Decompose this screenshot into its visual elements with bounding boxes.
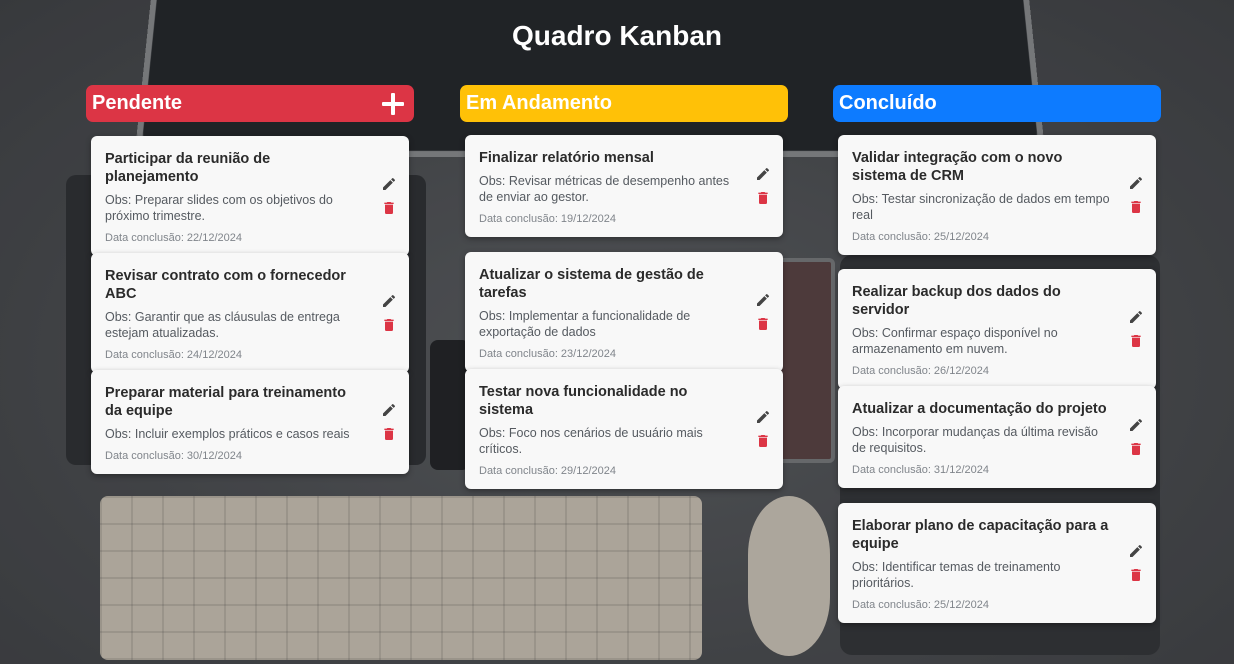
pencil-icon[interactable] (381, 176, 397, 192)
card-date: Data conclusão: 23/12/2024 (479, 348, 616, 360)
card-obs: Obs: Foco nos cenários de usuário mais c… (479, 426, 703, 456)
task-card[interactable]: Preparar material para treinamento da eq… (91, 370, 409, 474)
card-title: Preparar material para treinamento da eq… (105, 385, 346, 419)
card-date: Data conclusão: 30/12/2024 (105, 450, 242, 462)
card-actions (381, 402, 397, 442)
pencil-icon[interactable] (1128, 543, 1144, 559)
trash-icon[interactable] (755, 316, 771, 332)
card-obs: Obs: Implementar a funcionalidade de exp… (479, 309, 691, 339)
plus-icon[interactable] (382, 92, 404, 115)
trash-icon[interactable] (381, 200, 397, 216)
task-card[interactable]: Participar da reunião de planejamento Ob… (91, 136, 409, 256)
task-card[interactable]: Revisar contrato com o fornecedor ABC Ob… (91, 253, 409, 373)
task-card[interactable]: Elaborar plano de capacitação para a equ… (838, 503, 1156, 623)
trash-icon[interactable] (1128, 199, 1144, 215)
card-title: Elaborar plano de capacitação para a equ… (852, 518, 1109, 552)
card-actions (381, 176, 397, 216)
board-title: Quadro Kanban (511, 20, 722, 51)
card-actions (1128, 543, 1144, 583)
task-card[interactable]: Atualizar a documentação do projeto Obs:… (838, 386, 1156, 488)
card-obs: Obs: Incorporar mudanças da última revis… (852, 425, 1098, 455)
card-title: Validar integração com o novo sistema de… (852, 150, 1063, 184)
card-date: Data conclusão: 26/12/2024 (852, 365, 989, 377)
task-card[interactable]: Finalizar relatório mensal Obs: Revisar … (465, 135, 783, 237)
trash-icon[interactable] (755, 433, 771, 449)
trash-icon[interactable] (381, 426, 397, 442)
card-title: Participar da reunião de planejamento (105, 151, 271, 185)
card-title: Finalizar relatório mensal (479, 150, 654, 166)
column-pendente: Pendente Participar da reunião de planej… (86, 85, 414, 474)
task-card[interactable]: Validar integração com o novo sistema de… (838, 135, 1156, 255)
column-title: Concluído (839, 92, 937, 114)
column-title: Em Andamento (466, 92, 612, 114)
column-title: Pendente (92, 92, 183, 114)
card-date: Data conclusão: 19/12/2024 (479, 213, 616, 225)
card-date: Data conclusão: 22/12/2024 (105, 232, 242, 244)
card-date: Data conclusão: 29/12/2024 (479, 465, 616, 477)
pencil-icon[interactable] (1128, 309, 1144, 325)
trash-icon[interactable] (381, 317, 397, 333)
pencil-icon[interactable] (755, 409, 771, 425)
pencil-icon[interactable] (755, 166, 771, 182)
column-em-andamento: Em Andamento Finalizar relatório mensal … (460, 85, 788, 489)
card-obs: Obs: Confirmar espaço disponível no arma… (852, 326, 1058, 356)
card-date: Data conclusão: 24/12/2024 (105, 349, 242, 361)
card-obs: Obs: Incluir exemplos práticos e casos r… (105, 427, 350, 441)
column-header-pendente: Pendente (86, 85, 414, 122)
card-obs: Obs: Preparar slides com os objetivos do… (105, 193, 333, 223)
column-concluido: Concluído Validar integração com o novo … (833, 85, 1161, 623)
trash-icon[interactable] (1128, 333, 1144, 349)
card-actions (755, 409, 771, 449)
card-obs: Obs: Identificar temas de treinamento pr… (852, 560, 1061, 590)
column-header-em-andamento: Em Andamento (460, 85, 788, 122)
trash-icon[interactable] (755, 190, 771, 206)
task-card[interactable]: Atualizar o sistema de gestão de tarefas… (465, 252, 783, 372)
pencil-icon[interactable] (1128, 417, 1144, 433)
pencil-icon[interactable] (755, 292, 771, 308)
card-obs: Obs: Testar sincronização de dados em te… (852, 192, 1110, 222)
task-card[interactable]: Realizar backup dos dados do servidor Ob… (838, 269, 1156, 389)
card-title: Revisar contrato com o fornecedor ABC (105, 268, 346, 302)
card-actions (1128, 417, 1144, 457)
trash-icon[interactable] (1128, 441, 1144, 457)
card-actions (381, 293, 397, 333)
card-title: Realizar backup dos dados do servidor (852, 284, 1061, 318)
trash-icon[interactable] (1128, 567, 1144, 583)
card-actions (1128, 309, 1144, 349)
card-title: Atualizar a documentação do projeto (852, 401, 1107, 417)
card-title: Atualizar o sistema de gestão de tarefas (479, 267, 704, 301)
card-actions (1128, 175, 1144, 215)
card-title: Testar nova funcionalidade no sistema (479, 384, 688, 418)
card-actions (755, 166, 771, 206)
pencil-icon[interactable] (381, 402, 397, 418)
card-date: Data conclusão: 31/12/2024 (852, 464, 989, 476)
column-header-concluido: Concluído (833, 85, 1161, 122)
card-obs: Obs: Garantir que as cláusulas de entreg… (105, 310, 340, 340)
pencil-icon[interactable] (381, 293, 397, 309)
card-date: Data conclusão: 25/12/2024 (852, 231, 989, 243)
card-date: Data conclusão: 25/12/2024 (852, 599, 989, 611)
card-obs: Obs: Revisar métricas de desempenho ante… (479, 174, 730, 204)
task-card[interactable]: Testar nova funcionalidade no sistema Ob… (465, 369, 783, 489)
pencil-icon[interactable] (1128, 175, 1144, 191)
card-actions (755, 292, 771, 332)
